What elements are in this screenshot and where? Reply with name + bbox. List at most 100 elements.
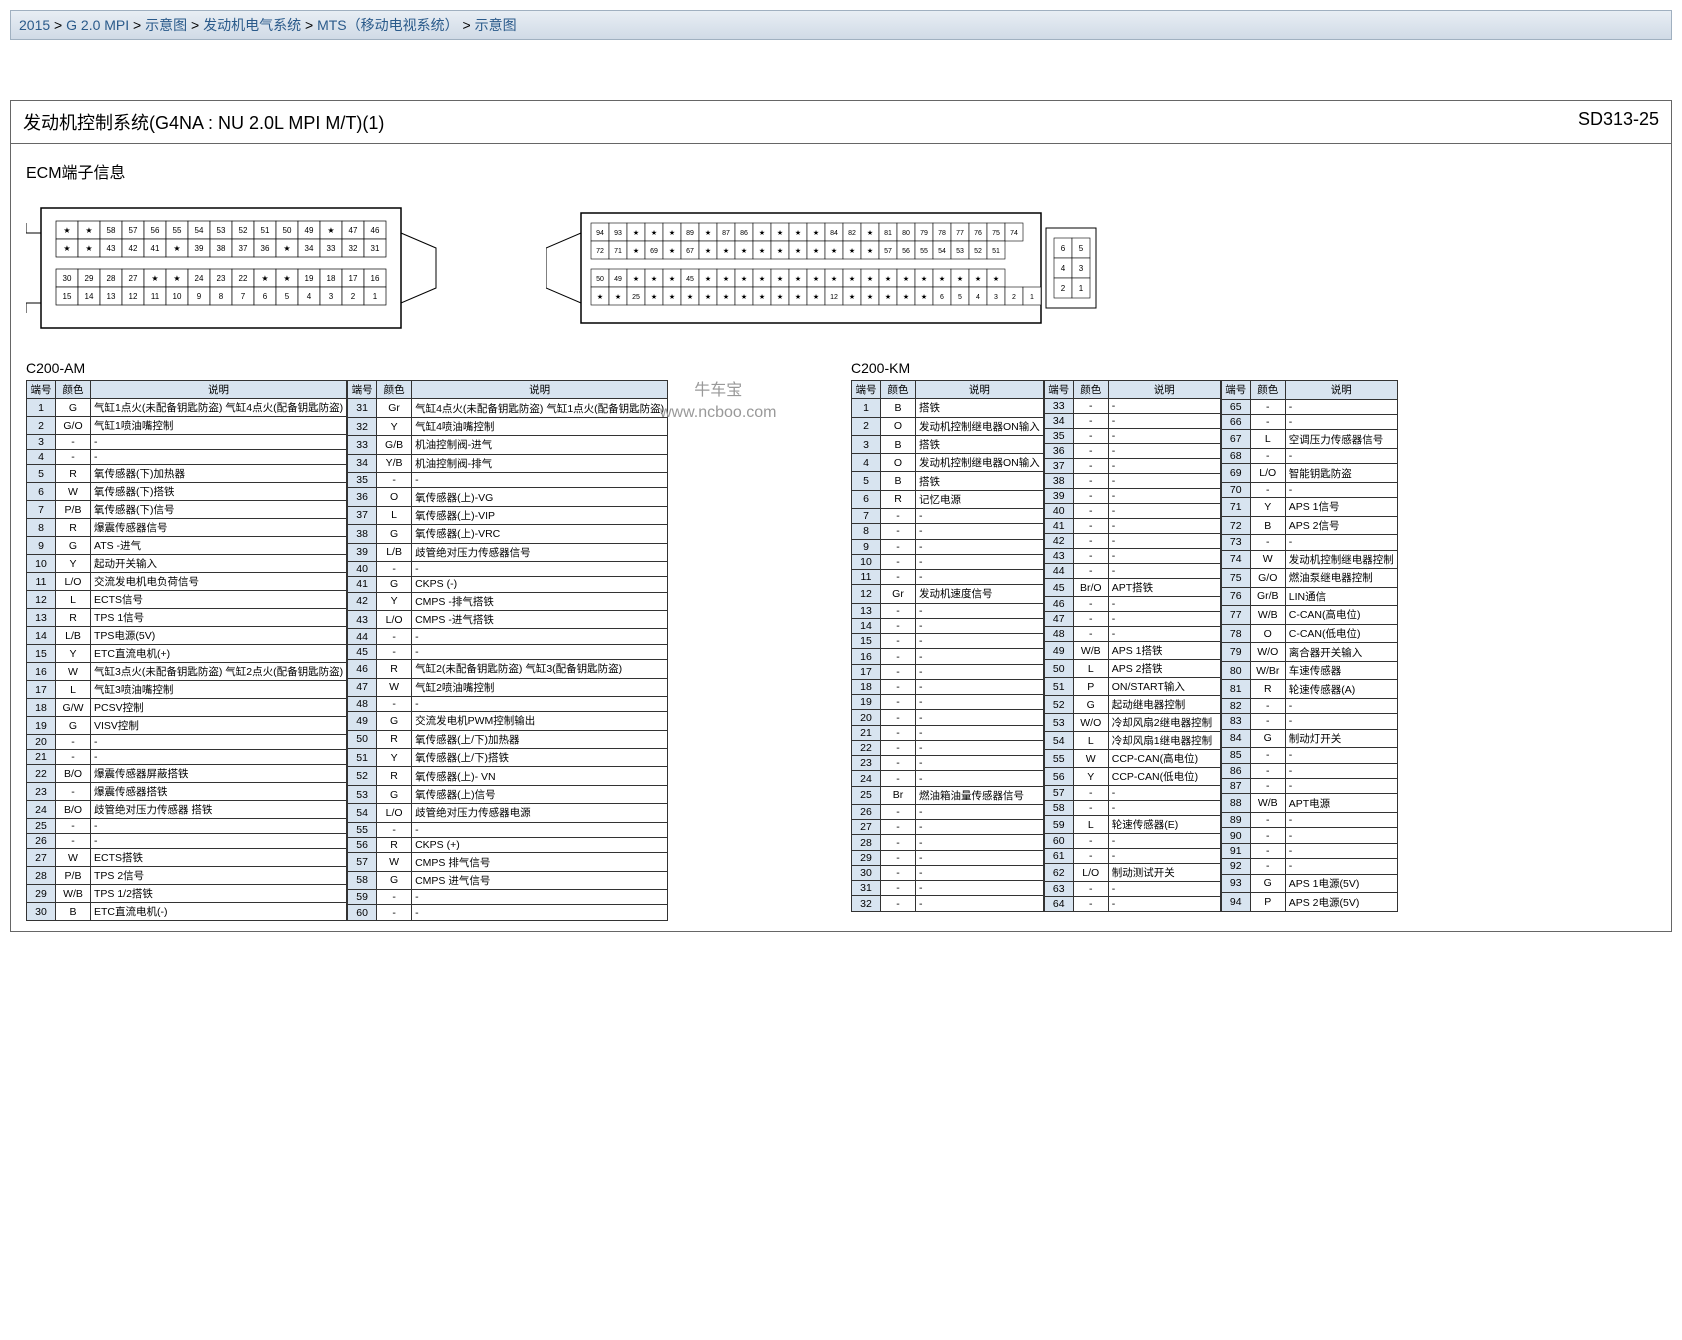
svg-text:★: ★	[651, 229, 657, 237]
svg-text:39: 39	[195, 244, 204, 253]
svg-text:★: ★	[885, 275, 891, 283]
table-row: 22B/O爆震传感器屏蔽搭铁	[27, 765, 347, 783]
svg-text:★: ★	[669, 229, 675, 237]
table-row: 19--	[852, 695, 1044, 710]
table-row: 76Gr/BLIN通信	[1221, 587, 1397, 606]
svg-text:2: 2	[1012, 294, 1016, 301]
table-row: 43L/OCMPS -进气搭铁	[348, 611, 668, 629]
table-row: 7P/B氧传感器(下)信号	[27, 501, 347, 519]
table-row: 44--	[1044, 564, 1220, 579]
svg-text:★: ★	[849, 275, 855, 283]
table-row: 34--	[1044, 414, 1220, 429]
table-row: 16W气缸3点火(未配备钥匙防盗) 气缸2点火(配备钥匙防盗)	[27, 663, 347, 681]
svg-text:27: 27	[129, 274, 138, 283]
svg-text:3: 3	[329, 292, 334, 301]
svg-text:25: 25	[632, 294, 640, 301]
table-row: 48--	[1044, 627, 1220, 642]
svg-text:★: ★	[261, 274, 268, 283]
svg-text:★: ★	[759, 275, 765, 283]
svg-text:★: ★	[63, 244, 70, 253]
svg-text:3: 3	[994, 294, 998, 301]
svg-text:13: 13	[107, 292, 116, 301]
table-row: 51Y氧传感器(上/下)搭铁	[348, 749, 668, 767]
svg-text:34: 34	[305, 244, 314, 253]
pin-table-km-c: 端号颜色说明65--66--67L空调压力传感器信号68--69L/O智能钥匙防…	[1221, 380, 1398, 912]
table-row: 79W/O离合器开关输入	[1221, 643, 1397, 662]
svg-text:4: 4	[307, 292, 312, 301]
svg-text:58: 58	[107, 226, 116, 235]
svg-text:46: 46	[371, 226, 380, 235]
table-row: 10Y起动开关输入	[27, 555, 347, 573]
svg-text:★: ★	[741, 275, 747, 283]
svg-text:12: 12	[129, 292, 138, 301]
table-row: 75G/O燃油泵继电器控制	[1221, 569, 1397, 588]
table-row: 5B搭铁	[852, 472, 1044, 490]
svg-text:14: 14	[85, 292, 94, 301]
table-row: 6W氧传感器(下)搭铁	[27, 483, 347, 501]
svg-text:7: 7	[241, 292, 246, 301]
table-row: 70--	[1221, 482, 1397, 497]
svg-text:★: ★	[723, 293, 729, 301]
table-label-am: C200-AM	[26, 360, 831, 376]
svg-text:69: 69	[650, 248, 658, 255]
svg-text:37: 37	[239, 244, 248, 253]
svg-text:★: ★	[597, 293, 603, 301]
table-row: 6R记忆电源	[852, 490, 1044, 508]
svg-text:12: 12	[830, 294, 838, 301]
table-row: 39L/B歧管绝对压力传感器信号	[348, 543, 668, 561]
svg-text:★: ★	[327, 226, 334, 235]
table-row: 67L空调压力传感器信号	[1221, 430, 1397, 449]
table-row: 9GATS -进气	[27, 537, 347, 555]
table-row: 56YCCP-CAN(低电位)	[1044, 768, 1220, 786]
svg-text:★: ★	[651, 275, 657, 283]
svg-text:★: ★	[921, 275, 927, 283]
page-code: SD313-25	[1578, 109, 1659, 135]
table-row: 47W气缸2喷油嘴控制	[348, 678, 668, 696]
table-row: 73--	[1221, 535, 1397, 550]
svg-text:★: ★	[957, 275, 963, 283]
table-row: 52G起动继电器控制	[1044, 696, 1220, 714]
table-row: 45--	[348, 644, 668, 659]
svg-text:4: 4	[1061, 264, 1066, 273]
svg-text:★: ★	[85, 226, 92, 235]
table-row: 89--	[1221, 812, 1397, 827]
table-row: 1B搭铁	[852, 399, 1044, 417]
table-row: 77W/BC-CAN(高电位)	[1221, 606, 1397, 625]
svg-text:★: ★	[867, 229, 873, 237]
svg-text:89: 89	[686, 230, 694, 237]
svg-text:87: 87	[722, 230, 730, 237]
svg-text:51: 51	[261, 226, 270, 235]
table-row: 23--	[852, 756, 1044, 771]
table-row: 74W发动机控制继电器控制	[1221, 550, 1397, 569]
table-row: 17--	[852, 664, 1044, 679]
table-row: 50R氧传感器(上/下)加热器	[348, 730, 668, 748]
table-row: 26--	[27, 834, 347, 849]
table-row: 54L/O歧管绝对压力传感器电源	[348, 804, 668, 822]
svg-text:56: 56	[902, 248, 910, 255]
pin-table-am-left: 端号颜色说明1G气缸1点火(未配备钥匙防盗) 气缸4点火(配备钥匙防盗)2G/O…	[26, 380, 347, 921]
table-row: 16--	[852, 649, 1044, 664]
svg-text:★: ★	[849, 293, 855, 301]
svg-text:80: 80	[902, 230, 910, 237]
table-row: 33--	[1044, 399, 1220, 414]
svg-text:47: 47	[349, 226, 358, 235]
table-row: 18--	[852, 679, 1044, 694]
svg-text:1: 1	[1030, 294, 1034, 301]
svg-text:57: 57	[884, 248, 892, 255]
svg-text:★: ★	[63, 226, 70, 235]
svg-text:53: 53	[217, 226, 226, 235]
table-row: 63--	[1044, 882, 1220, 897]
table-row: 30BETC直流电机(-)	[27, 903, 347, 921]
svg-text:3: 3	[1079, 264, 1084, 273]
table-row: 81R轮速传感器(A)	[1221, 680, 1397, 699]
table-row: 31Gr气缸4点火(未配备钥匙防盗) 气缸1点火(配备钥匙防盗)	[348, 399, 668, 417]
table-row: 57--	[1044, 786, 1220, 801]
table-row: 60--	[1044, 834, 1220, 849]
table-row: 57WCMPS 排气信号	[348, 853, 668, 871]
table-row: 26--	[852, 804, 1044, 819]
table-row: 84G制动灯开关	[1221, 729, 1397, 748]
svg-text:★: ★	[813, 275, 819, 283]
svg-text:32: 32	[349, 244, 358, 253]
table-row: 10--	[852, 554, 1044, 569]
table-row: 83--	[1221, 714, 1397, 729]
